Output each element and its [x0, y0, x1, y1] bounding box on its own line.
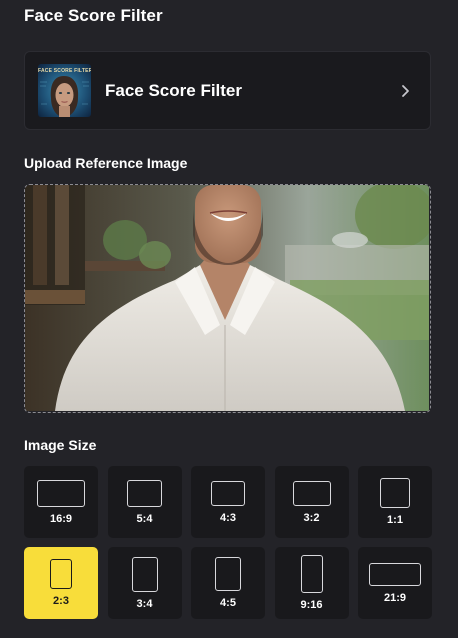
- size-option-4-5[interactable]: 4:5: [191, 547, 265, 619]
- size-option-label: 16:9: [49, 512, 73, 525]
- ratio-5-4-icon: [127, 479, 162, 507]
- ratio-3-2-icon: [292, 480, 331, 506]
- size-option-label: 5:4: [136, 512, 153, 525]
- size-option-2-3[interactable]: 2:3: [24, 547, 98, 619]
- size-option-4-3[interactable]: 4:3: [191, 466, 265, 538]
- upload-section-label: Upload Reference Image: [24, 155, 188, 171]
- ratio-2-3-icon: [50, 559, 72, 589]
- upload-reference-image-dropzone[interactable]: [24, 184, 431, 413]
- ratio-1-1-icon: [380, 478, 410, 508]
- size-option-9-16[interactable]: 9:16: [274, 547, 349, 619]
- size-option-5-4[interactable]: 5:4: [107, 466, 182, 538]
- thumbnail-caption: FACE SCORE FILTER: [38, 68, 91, 74]
- chevron-right-icon: [402, 84, 409, 97]
- ratio-4-5-icon: [215, 557, 241, 591]
- size-option-label: 21:9: [383, 591, 407, 604]
- model-thumbnail: FACE SCORE FILTER: [38, 64, 91, 117]
- size-option-label: 3:2: [303, 511, 320, 524]
- ratio-21-9-icon: [369, 562, 421, 586]
- size-option-label: 1:1: [387, 514, 403, 526]
- size-option-16-9[interactable]: 16:9: [24, 466, 98, 538]
- image-size-options: 16:9 5:4 4:3 3:2 1:1 2:3 3:4 4:5 9:16 21…: [24, 466, 432, 619]
- ratio-3-4-icon: [131, 556, 158, 592]
- model-selector-card[interactable]: FACE SCORE FILTER Face Score Filter: [24, 51, 431, 130]
- size-option-21-9[interactable]: 21:9: [358, 547, 432, 619]
- size-option-1-1[interactable]: 1:1: [358, 466, 432, 538]
- size-option-3-2[interactable]: 3:2: [274, 466, 349, 538]
- size-option-label: 3:4: [136, 597, 153, 610]
- size-option-label: 2:3: [53, 595, 69, 607]
- model-name: Face Score Filter: [105, 80, 243, 100]
- reference-image-preview: [25, 185, 429, 411]
- ratio-4-3-icon: [211, 480, 245, 506]
- size-option-3-4[interactable]: 3:4: [107, 547, 182, 619]
- size-option-label: 4:3: [220, 511, 236, 524]
- image-size-section-label: Image Size: [24, 437, 97, 453]
- page-title: Face Score Filter: [24, 6, 163, 25]
- size-option-label: 4:5: [220, 597, 236, 609]
- ratio-16-9-icon: [37, 479, 85, 507]
- ratio-9-16-icon: [300, 555, 323, 593]
- size-option-label: 9:16: [300, 599, 323, 611]
